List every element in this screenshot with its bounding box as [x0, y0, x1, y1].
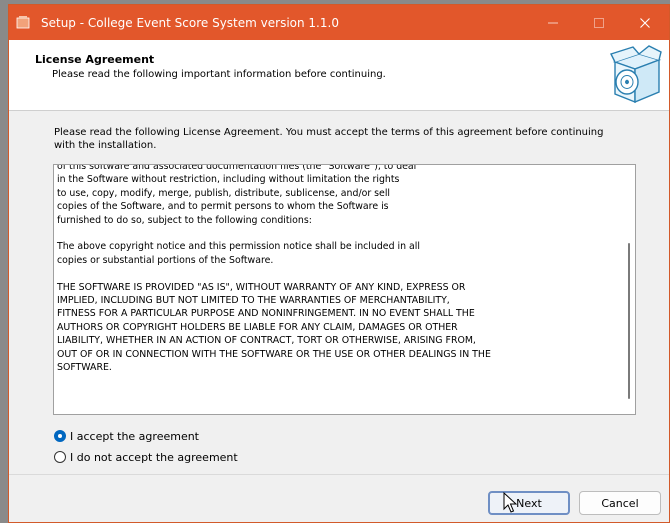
decline-option[interactable]: I do not accept the agreement	[54, 449, 238, 465]
decline-radio[interactable]	[54, 451, 66, 463]
install-box-icon	[610, 45, 662, 104]
close-button[interactable]	[622, 5, 668, 40]
scrollbar-thumb[interactable]	[628, 243, 630, 399]
footer-divider	[9, 474, 669, 475]
page-subtitle: Please read the following important info…	[52, 69, 386, 80]
app-icon	[16, 16, 30, 29]
minimize-button[interactable]	[530, 5, 576, 40]
maximize-button[interactable]	[576, 5, 622, 40]
maximize-icon	[594, 17, 604, 28]
page-title: License Agreement	[35, 53, 155, 66]
wizard-header: License Agreement Please read the follow…	[9, 40, 669, 111]
license-paragraph: of this software and associated document…	[57, 164, 417, 226]
license-paragraph: THE SOFTWARE IS PROVIDED "AS IS", WITHOU…	[57, 281, 491, 374]
setup-window: Setup - College Event Score System versi…	[8, 4, 670, 523]
mouse-cursor-icon	[503, 492, 517, 513]
license-textbox[interactable]: of this software and associated document…	[53, 164, 636, 415]
window-title: Setup - College Event Score System versi…	[41, 16, 339, 30]
accept-label[interactable]: I accept the agreement	[70, 430, 199, 443]
cancel-button[interactable]: Cancel	[579, 491, 661, 515]
accept-radio[interactable]	[54, 430, 66, 442]
accept-option[interactable]: I accept the agreement	[54, 428, 199, 444]
title-bar[interactable]: Setup - College Event Score System versi…	[9, 5, 669, 40]
instructions-text: Please read the following License Agreem…	[54, 127, 604, 151]
minimize-icon	[548, 22, 558, 23]
license-paragraph: The above copyright notice and this perm…	[57, 241, 420, 266]
close-icon	[640, 17, 650, 28]
license-scrollbar[interactable]	[626, 167, 632, 412]
license-text: of this software and associated document…	[57, 164, 612, 388]
next-button[interactable]: Next	[488, 491, 570, 515]
decline-label[interactable]: I do not accept the agreement	[70, 451, 238, 464]
